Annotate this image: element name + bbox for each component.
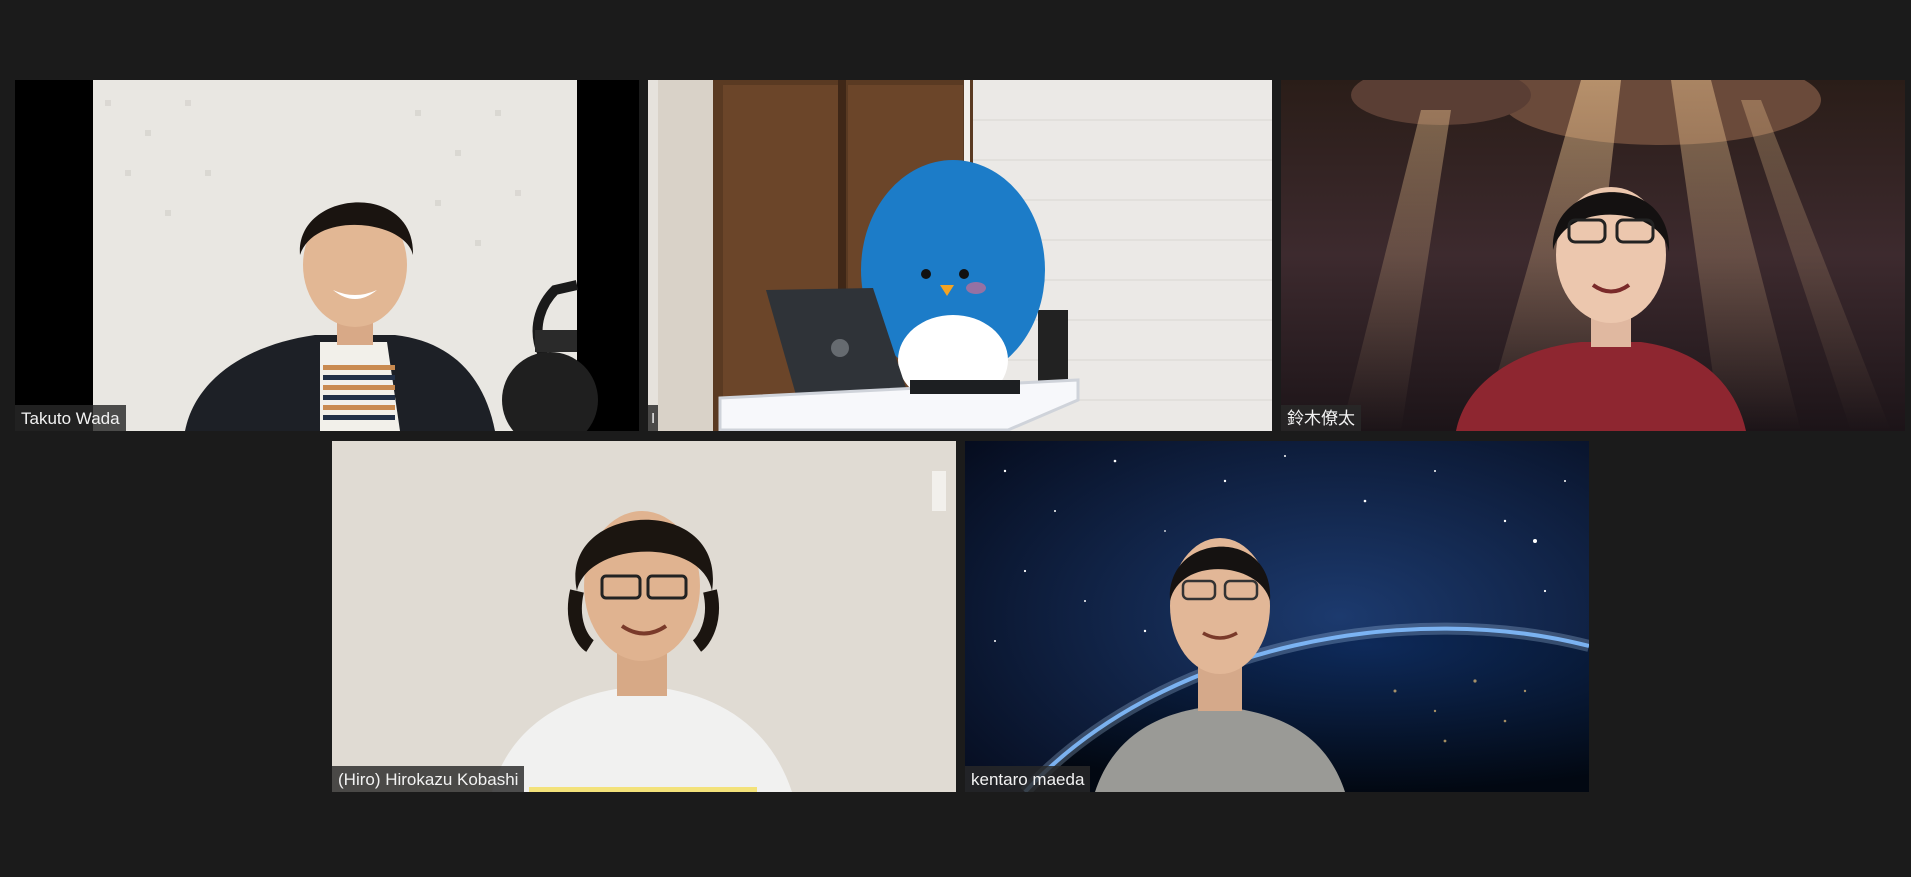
participant-name-label: kentaro maeda <box>965 766 1091 792</box>
participant-video <box>965 441 1589 792</box>
participant-name-label: Takuto Wada <box>15 405 126 431</box>
participant-name-label: (Hiro) Hirokazu Kobashi <box>332 766 525 792</box>
video-tile-suzuki[interactable]: 鈴木僚太 <box>1281 80 1905 431</box>
video-tile-hirokazu-kobashi[interactable]: (Hiro) Hirokazu Kobashi <box>332 441 956 792</box>
participant-name-label: I <box>648 405 659 431</box>
video-tile-takuto-wada[interactable]: Takuto Wada <box>15 80 639 431</box>
participant-video <box>1281 80 1905 431</box>
participant-video <box>15 80 639 431</box>
participant-video <box>332 441 956 792</box>
participant-video <box>648 80 1272 431</box>
participant-name-label: 鈴木僚太 <box>1281 405 1361 431</box>
video-tile-i[interactable]: I <box>648 80 1272 431</box>
video-tile-kentaro-maeda[interactable]: kentaro maeda <box>965 441 1589 792</box>
active-speaker-indicator <box>529 787 757 792</box>
